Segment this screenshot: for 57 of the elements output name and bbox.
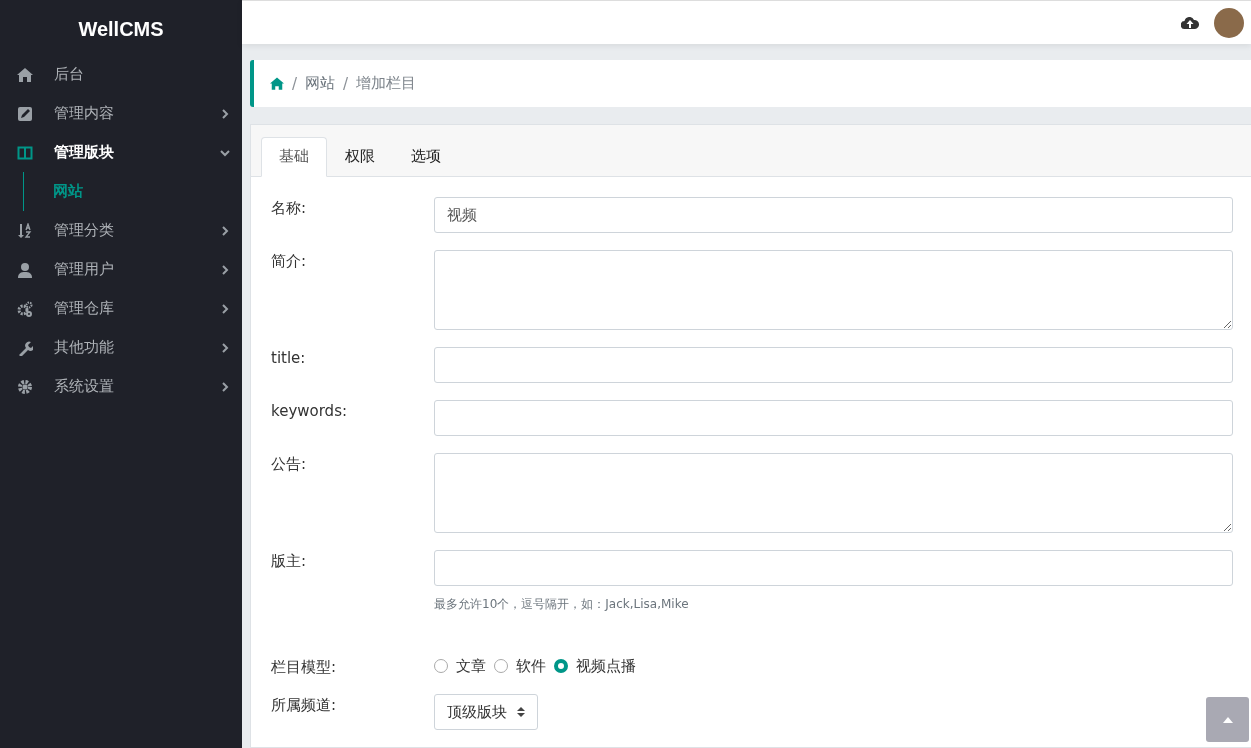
input-field[interactable]: 视频 xyxy=(434,197,1233,233)
sidebar-item[interactable]: 管理仓库 xyxy=(0,289,242,328)
sidebar-item[interactable]: 管理分类 xyxy=(0,211,242,250)
help-text: 最多允许10个，逗号隔开，如：Jack,Lisa,Mike xyxy=(434,596,690,613)
chevron-right-icon xyxy=(220,225,230,236)
tab[interactable]: 选项 xyxy=(393,137,459,177)
breadcrumb-separator: / xyxy=(292,74,298,93)
chevron-right-icon xyxy=(220,303,230,314)
select-dropdown[interactable]: 顶级版块 xyxy=(434,694,538,730)
sort-icon xyxy=(17,222,33,239)
input-field[interactable] xyxy=(434,550,1233,586)
edit-icon xyxy=(17,105,33,122)
chevron-right-icon xyxy=(220,381,230,392)
user-icon xyxy=(17,261,33,278)
sidebar-item[interactable]: 后台 xyxy=(0,55,242,94)
submenu-item[interactable]: 网站 xyxy=(24,172,242,211)
text-area[interactable] xyxy=(434,250,1233,330)
input-field[interactable] xyxy=(434,347,1233,383)
tab[interactable]: 基础 xyxy=(261,137,327,177)
chevron-down-icon xyxy=(220,147,230,158)
field-label: 名称: xyxy=(271,198,308,219)
breadcrumb-separator: / xyxy=(343,74,349,93)
field-label: title: xyxy=(271,348,307,369)
settings-icon xyxy=(17,378,33,395)
sidebar-item[interactable]: 管理内容 xyxy=(0,94,242,133)
radio-button[interactable] xyxy=(554,659,568,673)
input-field[interactable] xyxy=(434,400,1233,436)
caret-up-icon xyxy=(1222,716,1233,723)
field-label: 栏目模型: xyxy=(271,657,338,677)
field-label: 所属频道: xyxy=(271,695,338,716)
chevron-right-icon xyxy=(220,264,230,275)
scroll-to-top-button[interactable] xyxy=(1206,697,1249,742)
brand-logo: WellCMS xyxy=(77,17,165,42)
radio-label: 软件 xyxy=(516,656,546,676)
sidebar-item[interactable]: 系统设置 xyxy=(0,367,242,406)
breadcrumb-link[interactable]: 网站 xyxy=(305,74,336,93)
field-label: keywords: xyxy=(271,401,348,422)
tab[interactable]: 权限 xyxy=(327,137,393,177)
text-area[interactable] xyxy=(434,453,1233,533)
field-label: 版主: xyxy=(271,551,308,572)
sidebar-item[interactable]: 其他功能 xyxy=(0,328,242,367)
radio-label: 文章 xyxy=(456,656,486,676)
sidebar-item[interactable]: 管理版块 xyxy=(0,133,242,172)
home-icon[interactable] xyxy=(270,77,284,90)
chevron-right-icon xyxy=(220,342,230,353)
wrench-icon xyxy=(17,339,33,356)
cloud-upload-icon[interactable] xyxy=(1181,16,1199,29)
radio-label: 视频点播 xyxy=(576,656,636,676)
avatar[interactable] xyxy=(1214,7,1244,38)
home-icon xyxy=(17,66,33,83)
breadcrumb-current: 增加栏目 xyxy=(356,74,417,93)
sort-arrows-icon xyxy=(517,706,525,718)
columns-icon xyxy=(17,144,33,161)
chevron-right-icon xyxy=(220,108,230,119)
field-label: 简介: xyxy=(271,251,308,272)
field-label: 公告: xyxy=(271,454,308,475)
sidebar-item[interactable]: 管理用户 xyxy=(0,250,242,289)
